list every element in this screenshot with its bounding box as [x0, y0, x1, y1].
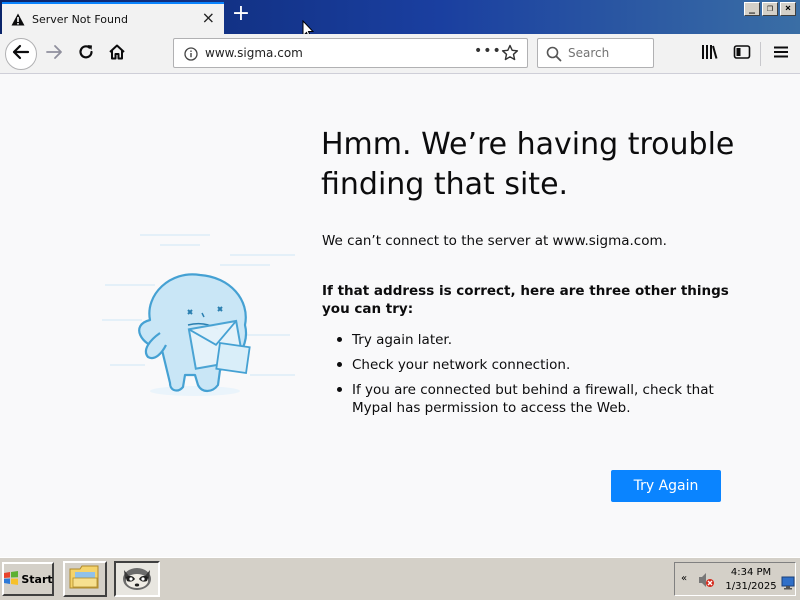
search-icon — [546, 46, 562, 66]
clock-time: 4:34 PM — [730, 567, 772, 578]
back-arrow-icon — [12, 44, 30, 64]
restore-button[interactable]: ❐ — [762, 2, 778, 16]
library-icon[interactable] — [701, 44, 719, 64]
window-controls: _ ❐ × — [744, 2, 796, 16]
close-icon[interactable]: × — [202, 10, 215, 26]
error-message: We can’t connect to the server at www.si… — [322, 233, 667, 249]
confused-monster-illustration — [100, 225, 300, 409]
reload-icon — [77, 43, 95, 65]
headline-line-2: finding that site. — [321, 167, 569, 202]
taskbar-app-mypal[interactable] — [114, 561, 160, 597]
url-bar[interactable]: www.sigma.com ••• — [173, 38, 528, 68]
tab-server-not-found[interactable]: Server Not Found × — [2, 2, 224, 34]
home-button[interactable] — [103, 40, 131, 68]
raccoon-icon — [120, 562, 154, 596]
list-item: If you are connected but behind a firewa… — [336, 381, 716, 417]
list-item: Check your network connection. — [336, 356, 716, 374]
forward-arrow-icon — [45, 44, 63, 64]
network-icon[interactable] — [781, 575, 795, 594]
info-icon[interactable] — [184, 46, 198, 65]
list-item: Try again later. — [336, 331, 716, 349]
reload-button[interactable] — [72, 40, 100, 68]
star-icon[interactable] — [501, 44, 519, 66]
suggestions-list: Try again later. Check your network conn… — [336, 331, 716, 424]
folder-icon — [68, 563, 102, 595]
taskbar: Start « 4:34 PM 1/31/2025 — [0, 557, 800, 600]
screen: Server Not Found × + _ ❐ × www.sigma.com… — [0, 0, 800, 600]
warning-icon — [11, 12, 25, 26]
windows-logo-icon — [3, 570, 19, 588]
start-label: Start — [21, 572, 53, 586]
clock[interactable]: 4:34 PM 1/31/2025 — [723, 566, 779, 594]
show-hidden-icons-button[interactable]: « — [681, 573, 687, 584]
suggestions-heading: If that address is correct, here are thr… — [322, 283, 729, 317]
forward-button[interactable] — [40, 40, 68, 68]
home-icon — [108, 43, 126, 65]
menu-icon[interactable] — [773, 44, 789, 64]
url-text[interactable]: www.sigma.com — [205, 46, 303, 60]
volume-muted-icon[interactable] — [697, 571, 715, 593]
close-window-button[interactable]: × — [780, 2, 796, 16]
error-headline: Hmm. We’re having trouble finding that s… — [321, 125, 741, 205]
page-actions-button[interactable]: ••• — [474, 43, 502, 59]
taskbar-app-explorer[interactable] — [63, 561, 107, 597]
navigation-toolbar: www.sigma.com ••• Search — [0, 34, 800, 74]
toolbar-divider — [760, 42, 761, 66]
try-again-button[interactable]: Try Again — [611, 470, 721, 502]
clock-date: 1/31/2025 — [725, 581, 777, 592]
tab-title: Server Not Found — [32, 12, 128, 26]
sidebar-icon[interactable] — [733, 44, 751, 64]
back-button[interactable] — [5, 38, 37, 70]
start-button[interactable]: Start — [2, 562, 54, 596]
headline-line-1: Hmm. We’re having trouble — [321, 127, 735, 162]
minimize-button[interactable]: _ — [744, 2, 760, 16]
system-tray: « 4:34 PM 1/31/2025 — [674, 562, 796, 596]
search-bar[interactable]: Search — [537, 38, 654, 68]
error-page: Hmm. We’re having trouble finding that s… — [0, 75, 800, 557]
title-bar: Server Not Found × + _ ❐ × — [0, 0, 800, 40]
new-tab-button[interactable]: + — [230, 3, 252, 26]
search-input[interactable]: Search — [568, 46, 609, 60]
